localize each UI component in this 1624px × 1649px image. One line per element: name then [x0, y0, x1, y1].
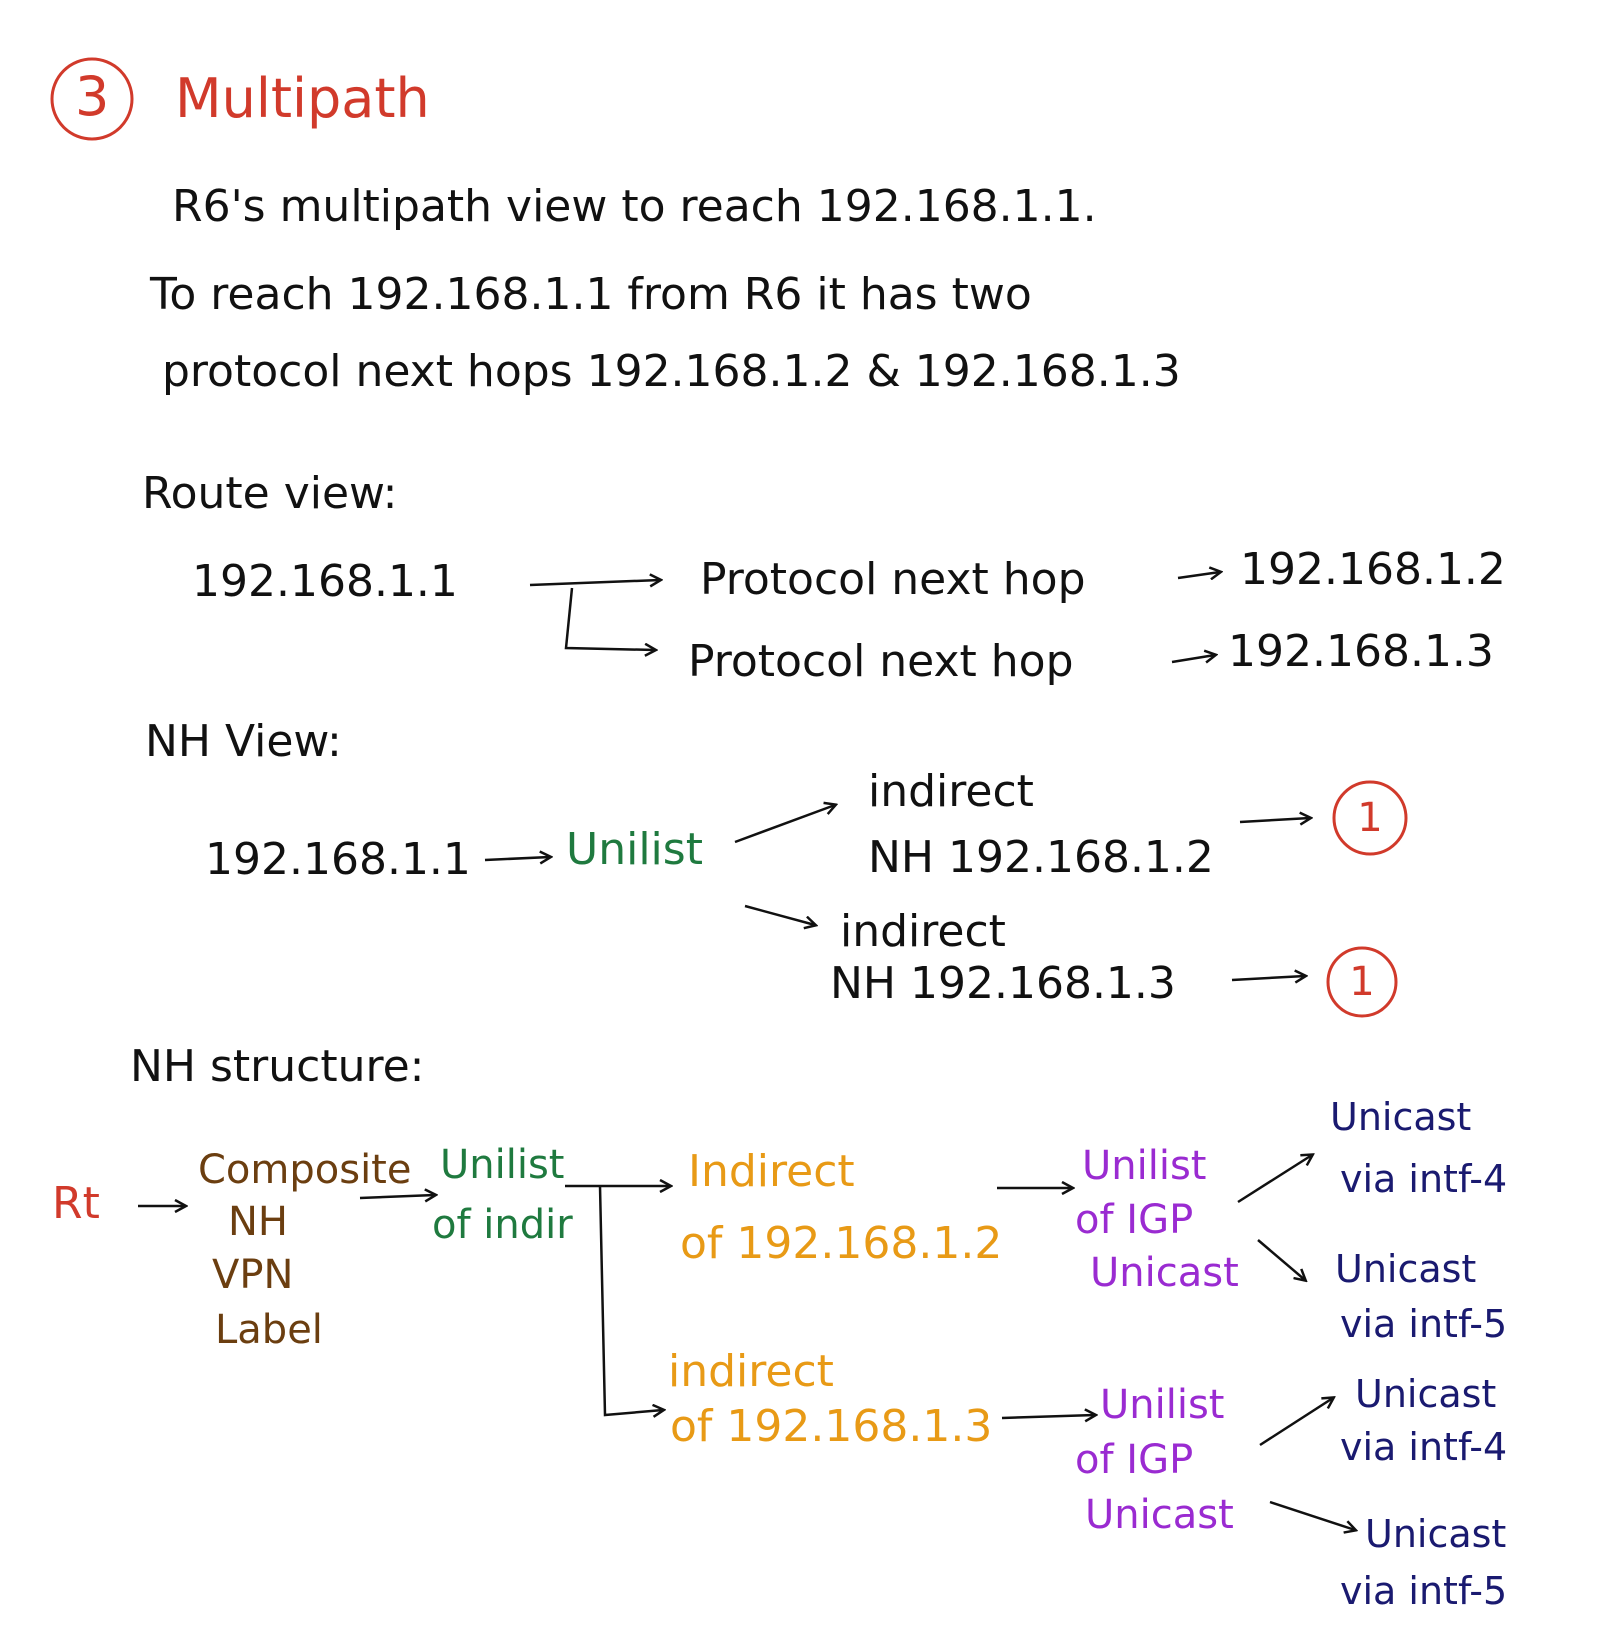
nh-structure-label: NH structure:	[130, 1041, 425, 1092]
struct-igp-2-line-3: Unicast	[1085, 1492, 1234, 1538]
struct-igp-1-line-1: Unilist	[1082, 1143, 1207, 1189]
route-view-branch-1-nh: 192.168.1.2	[1240, 544, 1506, 595]
struct-indirect-1-line-2: of 192.168.1.2	[680, 1218, 1003, 1269]
route-view-nh-arrow-1	[1177, 572, 1220, 578]
struct-igp-2-line-2: of IGP	[1075, 1437, 1194, 1483]
struct-igp-1-line-2: of IGP	[1075, 1197, 1194, 1243]
struct-composite-line-1: Composite	[198, 1147, 412, 1193]
nh-view-label: NH View:	[145, 716, 342, 767]
struct-unicast-2b-line-2: via intf-5	[1340, 1569, 1508, 1613]
heading-number: 3	[75, 65, 110, 128]
struct-arrow-composite	[359, 1195, 435, 1198]
nh-view-arrow-marker-1	[1239, 818, 1310, 822]
struct-rt: Rt	[52, 1178, 100, 1229]
struct-arrow-indirect-2	[598, 1185, 663, 1415]
struct-composite-line-2: NH	[228, 1199, 288, 1245]
route-view-arrow-1	[529, 580, 660, 585]
nh-view-branch-1-line-2: NH 192.168.1.2	[868, 832, 1214, 883]
nh-view-arrow-marker-2	[1231, 976, 1305, 980]
struct-indirect-2-line-2: of 192.168.1.3	[670, 1401, 993, 1452]
intro-line-1: R6's multipath view to reach 192.168.1.1…	[172, 181, 1097, 232]
heading-title: Multipath	[175, 67, 430, 130]
intro-line-2: To reach 192.168.1.1 from R6 it has two	[150, 269, 1032, 320]
nh-view-prefix: 192.168.1.1	[205, 834, 471, 885]
nh-view-marker-2: 1	[1349, 959, 1375, 1005]
nh-view-unilist: Unilist	[566, 824, 703, 875]
struct-composite-line-4: Label	[215, 1307, 323, 1353]
intro-line-3: protocol next hops 192.168.1.2 & 192.168…	[162, 346, 1181, 397]
struct-arrow-unicast-1b	[1257, 1239, 1305, 1280]
struct-arrow-unicast-1a	[1237, 1155, 1312, 1204]
nh-view-branch-1-line-1: indirect	[868, 766, 1034, 817]
nh-view-marker-1: 1	[1357, 795, 1383, 841]
struct-arrow-igp-2	[1001, 1415, 1095, 1418]
struct-arrow-unicast-2b	[1269, 1500, 1355, 1530]
diagram-canvas: 3 Multipath R6's multipath view to reach…	[0, 0, 1624, 1649]
struct-arrow-unicast-2a	[1259, 1398, 1333, 1447]
struct-composite-line-3: VPN	[212, 1252, 294, 1298]
struct-unicast-2a-line-1: Unicast	[1355, 1372, 1497, 1416]
route-view-prefix: 192.168.1.1	[192, 556, 458, 607]
struct-igp-2-line-1: Unilist	[1100, 1382, 1225, 1428]
struct-unilist-line-1: Unilist	[440, 1142, 565, 1188]
route-view-arrow-2	[564, 587, 655, 650]
struct-unicast-2b-line-1: Unicast	[1365, 1512, 1507, 1556]
nh-view-branch-2-line-1: indirect	[840, 906, 1006, 957]
struct-unicast-2a-line-2: via intf-4	[1340, 1425, 1508, 1469]
struct-unicast-1a-line-2: via intf-4	[1340, 1157, 1508, 1201]
struct-igp-1-line-3: Unicast	[1090, 1250, 1239, 1296]
struct-unilist-line-2: of indir	[432, 1202, 573, 1248]
struct-unicast-1b-line-2: via intf-5	[1340, 1302, 1508, 1346]
route-view-label: Route view:	[142, 468, 398, 519]
struct-unicast-1a-line-1: Unicast	[1330, 1095, 1472, 1139]
route-view-branch-1-text: Protocol next hop	[700, 554, 1086, 605]
nh-view-branch-2-line-2: NH 192.168.1.3	[830, 958, 1176, 1009]
struct-indirect-2-line-1: indirect	[668, 1346, 834, 1397]
struct-indirect-1-line-1: Indirect	[688, 1146, 855, 1197]
struct-unicast-1b-line-1: Unicast	[1335, 1247, 1477, 1291]
route-view-branch-2-text: Protocol next hop	[688, 636, 1074, 687]
route-view-nh-arrow-2	[1171, 655, 1215, 662]
route-view-branch-2-nh: 192.168.1.3	[1228, 626, 1494, 677]
nh-view-arrow-unilist	[484, 857, 550, 860]
nh-view-arrow-branch-1	[734, 805, 835, 844]
nh-view-arrow-branch-2	[744, 904, 815, 925]
